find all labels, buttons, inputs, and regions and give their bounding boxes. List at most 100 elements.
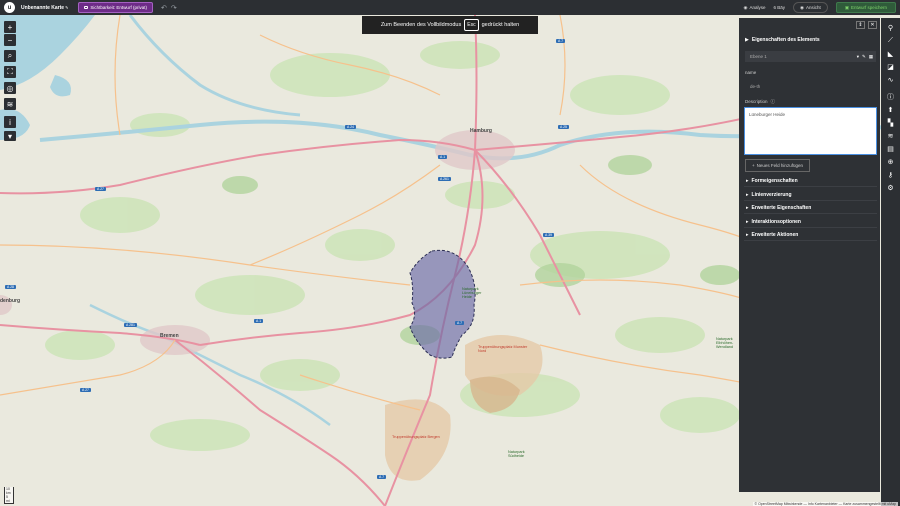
draw-line-icon[interactable]: ⟋: [885, 35, 896, 46]
fullscreen-banner: Zum Beenden des Vollbildmodus Esc gedrüc…: [362, 16, 538, 34]
description-textarea[interactable]: Lüneburger Heide: [744, 107, 877, 155]
label-brandenburg: denburg: [0, 298, 20, 304]
shield: A 39: [543, 233, 555, 237]
info-icon[interactable]: ⓘ: [885, 91, 896, 102]
chevron-down-icon: ▾: [7, 131, 12, 141]
shield: A 27: [95, 187, 107, 191]
shield: A 7: [556, 39, 566, 43]
section-advanced-properties[interactable]: ▸ Erweiterte Eigenschaften: [744, 202, 877, 214]
scale-km: 10 km: [6, 487, 11, 495]
esc-key: Esc: [464, 19, 479, 31]
redo-icon[interactable]: ↷: [171, 4, 177, 12]
description-label-row: Description ⓘ: [745, 99, 775, 105]
shield: A 7: [377, 475, 387, 479]
search-button[interactable]: ⌕: [4, 50, 16, 62]
analysis-label: Analyse: [749, 5, 766, 10]
help-icon[interactable]: ⓘ: [771, 99, 776, 105]
plus-icon: +: [752, 163, 755, 168]
layer-select[interactable]: Ebene 1 ▾ ✎ ▦: [745, 51, 876, 62]
shield: A 27: [80, 388, 92, 392]
more-controls-button[interactable]: ▾: [4, 131, 16, 141]
caret-right-icon: ▸: [746, 231, 749, 238]
shield: A 281: [124, 323, 137, 327]
eye-icon: [84, 6, 89, 9]
label-munster-nord: Truppenübungsplatz Munster Nord: [478, 345, 528, 353]
top-bar: u Unbenannte Karte ✎ Sichtbarkeit: Entwu…: [0, 0, 900, 15]
attribution-text: © OpenStreetMap Mitwirkende — Info Karte…: [754, 502, 896, 506]
save-icon: ▣: [844, 4, 849, 10]
umap-logo[interactable]: u: [4, 2, 15, 13]
section-label: Linienverzierung: [751, 191, 792, 198]
section-interaction-options[interactable]: ▸ Interaktionsoptionen: [744, 216, 877, 228]
properties-icon: ▶: [745, 37, 749, 43]
edit-toolbar: ⚲ ⟋ ◣ ◪ ∿ ⓘ ⬆ ▚ ≋ ▤ ⊕ ⚷ ⚙: [881, 18, 900, 506]
save-label: Entwurf speichern: [850, 5, 887, 10]
key-icon[interactable]: ⚷: [885, 169, 896, 180]
properties-panel: ⇕ ✕ ▶ Eigenschaften des Elements Ebene 1…: [739, 18, 880, 492]
shield: A 7: [455, 321, 465, 325]
info-icon: i: [9, 117, 11, 127]
eye-icon: ◉: [800, 4, 804, 10]
draw-polygon-icon[interactable]: ◣: [885, 48, 896, 59]
center-icon[interactable]: ⊕: [885, 156, 896, 167]
fullscreen-text-before: Zum Beenden des Vollbildmodus: [380, 22, 462, 28]
shield: A 28: [5, 285, 17, 289]
tiles-icon[interactable]: ▤: [885, 143, 896, 154]
search-icon: ⌕: [7, 51, 13, 60]
label-bremen: Bremen: [160, 333, 179, 339]
section-label: Erweiterte Eigenschaften: [751, 204, 812, 211]
panel-title: Eigenschaften des Elements: [751, 37, 820, 43]
section-line-decoration[interactable]: ▸ Linienverzierung: [744, 189, 877, 201]
locate-button[interactable]: ◎: [4, 82, 16, 94]
draw-circle-icon[interactable]: ∿: [885, 74, 896, 85]
visibility-button[interactable]: Sichtbarkeit: Entwurf (privat): [78, 2, 153, 13]
view-label: Ansicht: [805, 5, 821, 10]
shield: A 25: [558, 125, 570, 129]
chevron-down-icon: ▾: [856, 53, 859, 59]
section-shape-properties[interactable]: ▸ Formeigenschaften: [744, 175, 877, 187]
gear-icon[interactable]: ⚙: [885, 182, 896, 193]
expand-icon[interactable]: ⇕: [856, 21, 865, 29]
zoom-in-button[interactable]: +: [4, 21, 16, 33]
table-icon[interactable]: ▦: [869, 54, 873, 60]
fullscreen-button[interactable]: ⛶: [4, 66, 16, 78]
scale-bar: 10 km 5 mi: [4, 487, 14, 504]
fullscreen-text-after: gedrückt halten: [481, 22, 520, 28]
caret-right-icon: ▸: [746, 177, 749, 184]
edit-icon[interactable]: ✎: [862, 54, 866, 60]
attribution[interactable]: © OpenStreetMap Mitwirkende — Info Karte…: [752, 502, 898, 506]
caret-right-icon: ▸: [746, 191, 749, 198]
layers-button[interactable]: ≋: [4, 98, 16, 110]
import-icon[interactable]: ⬆: [885, 104, 896, 115]
templates-icon[interactable]: ▚: [885, 117, 896, 128]
draw-rectangle-icon[interactable]: ◪: [885, 61, 896, 72]
zoom-out-button[interactable]: −: [4, 34, 16, 46]
map-title[interactable]: Unbenannte Karte: [21, 5, 64, 11]
undo-icon[interactable]: ↶: [161, 4, 167, 12]
name-input[interactable]: de-th: [745, 80, 876, 92]
add-field-button[interactable]: + Neues Feld hinzufügen: [745, 159, 810, 172]
label-hamburg: Hamburg: [470, 128, 492, 134]
edit-title-icon[interactable]: ✎: [65, 5, 68, 10]
shield: A 1: [438, 155, 448, 159]
layers-icon: ≋: [6, 99, 14, 109]
add-field-label: Neues Feld hinzufügen: [756, 163, 803, 168]
marker-icon[interactable]: ⚲: [885, 22, 896, 33]
layers-icon[interactable]: ≋: [885, 130, 896, 141]
close-icon[interactable]: ✕: [868, 21, 877, 29]
visibility-label: Sichtbarkeit: Entwurf (privat): [90, 5, 147, 10]
view-button[interactable]: ◉ Ansicht: [793, 2, 828, 13]
label-bergen: Truppenübungsplatz Bergen: [392, 435, 440, 439]
section-label: Interaktionsoptionen: [751, 218, 801, 225]
label-suedheide: Naturpark Südheide: [508, 450, 525, 458]
fullscreen-icon: ⛶: [7, 67, 13, 76]
shield: A 261: [438, 177, 451, 181]
label-heide: Naturpark Lüneburger Heide: [462, 287, 482, 299]
history-link[interactable]: 6 Bäy: [773, 5, 785, 10]
name-label: name: [745, 70, 757, 75]
save-draft-button[interactable]: ▣ Entwurf speichern: [835, 2, 896, 13]
info-button[interactable]: i: [4, 116, 16, 128]
description-label: Description: [745, 99, 768, 104]
section-advanced-actions[interactable]: ▸ Erweiterte Aktionen: [744, 229, 877, 241]
analysis-link[interactable]: ◉ Analyse: [744, 5, 766, 11]
